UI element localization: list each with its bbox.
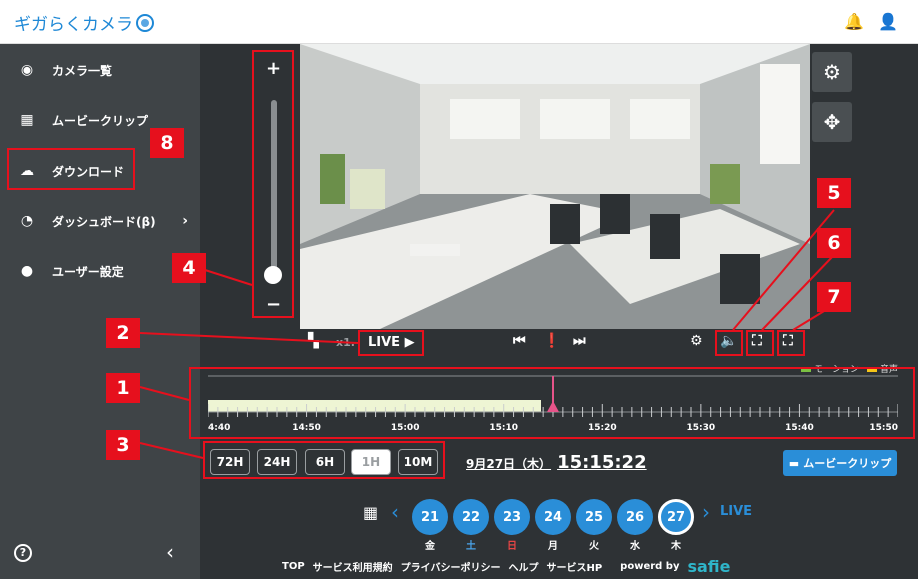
callout-number-4: 4 [172,253,206,283]
callout-leader-lines [139,209,835,459]
callout-number-7: 7 [817,282,851,312]
callout-number-1: 1 [106,373,140,403]
callout-number-5: 5 [817,178,851,208]
callout-number-3: 3 [106,430,140,460]
callout-number-8: 8 [150,128,184,158]
callout-number-6: 6 [817,228,851,258]
callout-number-2: 2 [106,318,140,348]
